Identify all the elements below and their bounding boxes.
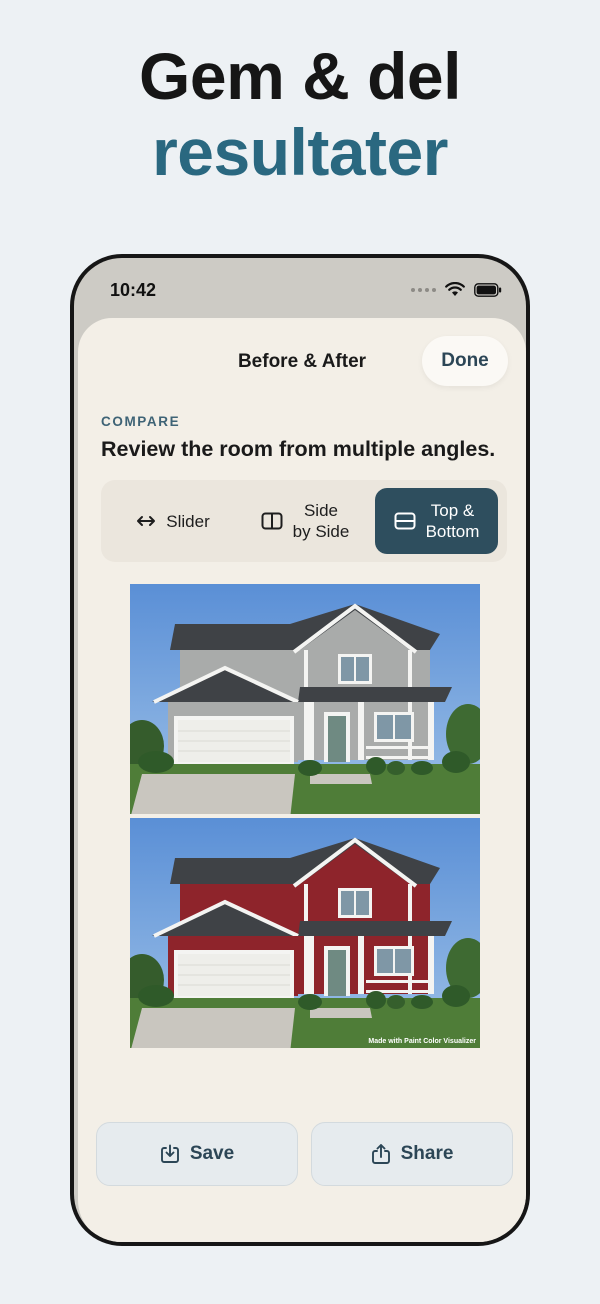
section-label: COMPARE	[101, 414, 181, 429]
headline-line-1: Gem & del	[139, 39, 461, 113]
rows-icon	[394, 512, 416, 530]
before-after-sheet: Before & After Done COMPARE Review the r…	[78, 318, 526, 1242]
phone-frame: 10:42 Before & After Done COMPARE Review…	[70, 254, 530, 1246]
view-mode-label: Top & Bottom	[425, 501, 480, 541]
download-icon	[160, 1144, 179, 1163]
section-description: Review the room from multiple angles.	[101, 437, 496, 461]
status-bar: 10:42	[74, 258, 526, 318]
battery-icon	[474, 282, 502, 297]
share-icon	[371, 1144, 390, 1164]
view-mode-control: Slider Side by Side Top & Bottom	[101, 480, 507, 562]
watermark-text: Made with Paint Color Visualizer	[368, 1038, 476, 1045]
view-mode-label: Side by Side	[292, 501, 350, 541]
before-photo	[130, 584, 480, 814]
share-button[interactable]: Share	[311, 1122, 513, 1186]
headline: Gem & del resultater	[0, 38, 600, 190]
wifi-icon	[445, 282, 465, 296]
columns-icon	[261, 512, 283, 530]
share-label: Share	[400, 1143, 454, 1164]
done-button[interactable]: Done	[422, 336, 508, 386]
headline-line-2: resultater	[152, 115, 448, 189]
comparison-view: Made with Paint Color Visualizer	[130, 584, 480, 1050]
view-mode-top-bottom[interactable]: Top & Bottom	[375, 488, 498, 554]
save-button[interactable]: Save	[96, 1122, 298, 1186]
view-mode-slider[interactable]: Slider	[111, 488, 235, 554]
save-label: Save	[189, 1143, 235, 1164]
view-mode-label: Slider	[166, 511, 210, 531]
view-mode-side-by-side[interactable]: Side by Side	[243, 488, 367, 554]
arrows-horizontal-icon	[136, 514, 156, 528]
status-time: 10:42	[110, 280, 157, 300]
status-icons	[411, 282, 502, 297]
after-photo: Made with Paint Color Visualizer	[130, 818, 480, 1048]
phone-screen: 10:42 Before & After Done COMPARE Review…	[74, 258, 526, 1242]
signal-dots-icon	[411, 287, 436, 292]
